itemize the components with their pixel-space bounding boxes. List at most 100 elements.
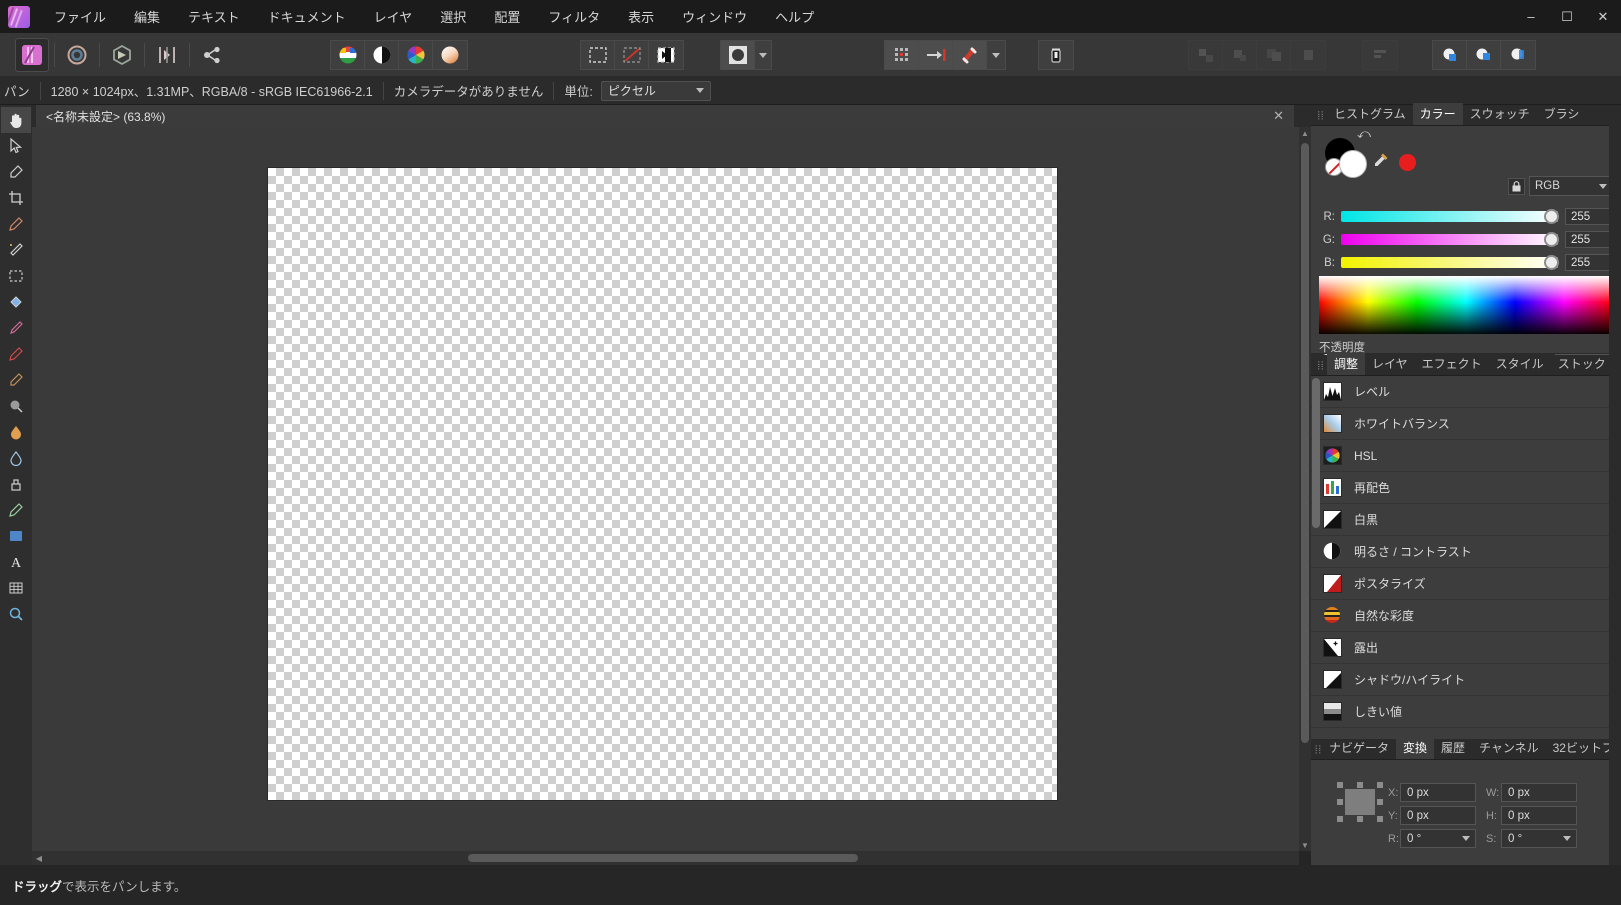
menu-item-file[interactable]: ファイル [40,1,120,32]
tab-navigator[interactable]: ナビゲータ [1322,737,1396,759]
marquee-invert-icon[interactable] [649,41,683,69]
lock-icon[interactable] [1508,178,1525,195]
w-field[interactable]: 0 px [1501,783,1577,802]
color-picker-tool[interactable] [1,159,31,185]
menu-item-arrange[interactable]: 配置 [480,1,534,32]
transform-anchor-icon[interactable] [1337,782,1383,822]
flood-fill-tool[interactable] [1,289,31,315]
photo-persona-icon[interactable] [15,38,49,72]
list-item[interactable]: ホワイトバランス [1311,408,1621,440]
list-item[interactable]: レベル [1311,376,1621,408]
list-item[interactable]: 白黒 [1311,504,1621,536]
red-channel-knob[interactable] [1544,209,1559,224]
adjustment-scroll-thumb[interactable] [1312,378,1320,528]
boolean-subtract-icon[interactable] [1467,41,1501,69]
tab-swatches[interactable]: スウォッチ [1463,103,1537,125]
list-item[interactable]: 明るさ / コントラスト [1311,536,1621,568]
arrange-forward-icon[interactable] [1223,41,1257,69]
healing-brush-tool[interactable] [1,497,31,523]
canvas-viewport[interactable] [32,127,1299,851]
blue-channel-value[interactable]: 255 [1565,254,1613,271]
blur-brush-tool[interactable] [1,445,31,471]
close-icon[interactable]: ✕ [1269,108,1288,124]
tab-stock[interactable]: ストック [1551,353,1613,375]
panel-grip-icon[interactable]: ⦙⦙ [1315,107,1327,125]
menu-item-select[interactable]: 選択 [426,1,480,32]
primary-color-swatch[interactable] [1339,150,1367,178]
red-channel-slider[interactable] [1341,209,1559,224]
units-select[interactable]: ピクセル [600,80,711,101]
adjustment-list[interactable]: レベル ホワイトバランス HSL 再配色 白黒 明るさ / コントラスト ポスタ… [1311,376,1621,739]
align-left-icon[interactable] [1363,41,1397,69]
tab-effects[interactable]: エフェクト [1415,353,1489,375]
liquify-persona-icon[interactable] [61,39,93,71]
flood-select-tool[interactable] [1,237,31,263]
menu-item-text[interactable]: テキスト [174,1,254,32]
maximize-button[interactable]: ☐ [1549,0,1585,33]
snap-arrow-icon[interactable] [919,41,953,69]
clone-brush-tool[interactable] [1,471,31,497]
blue-channel-knob[interactable] [1544,255,1559,270]
panel-grip-icon[interactable]: ⦙⦙ [1315,357,1327,375]
mesh-warp-tool[interactable] [1,575,31,601]
selection-brush-tool[interactable] [1,211,31,237]
list-item[interactable]: 自然な彩度 [1311,600,1621,632]
document-tab[interactable]: <名称未設定> (63.8%) ✕ [36,105,1294,127]
paint-brush-tool[interactable] [1,315,31,341]
close-button[interactable]: ✕ [1585,0,1621,33]
scroll-left-arrow-icon[interactable]: ◀ [32,854,46,863]
tone-mapping-persona-icon[interactable] [151,39,183,71]
pan-tool[interactable] [1,107,31,133]
green-channel-value[interactable]: 255 [1565,231,1613,248]
tab-color[interactable]: カラー [1412,103,1463,125]
marquee-slash-icon[interactable] [615,41,649,69]
y-field[interactable]: 0 px [1400,806,1476,825]
scroll-up-arrow-icon[interactable]: ▲ [1299,127,1311,139]
erase-brush-tool[interactable] [1,367,31,393]
minimize-button[interactable]: – [1513,0,1549,33]
vertical-scroll-thumb[interactable] [1301,143,1309,743]
red-color-swatch[interactable] [1399,154,1416,171]
rectangle-tool[interactable] [1,523,31,549]
snapping-dropdown-button[interactable] [987,41,1005,69]
boolean-intersect-icon[interactable] [1501,41,1535,69]
color-spectrum[interactable] [1319,276,1613,334]
eyedropper-icon[interactable] [1373,152,1389,172]
develop-persona-icon[interactable] [106,39,138,71]
menu-item-layer[interactable]: レイヤ [360,1,427,32]
panel-grip-icon[interactable]: ⦙⦙ [1315,741,1322,759]
boolean-add-icon[interactable] [1433,41,1467,69]
grid-icon[interactable] [885,41,919,69]
list-item[interactable]: HSL [1311,440,1621,472]
tab-channels[interactable]: チャンネル [1472,737,1546,759]
tab-history[interactable]: 履歴 [1434,737,1472,759]
marquee-tool[interactable] [1,263,31,289]
x-field[interactable]: 0 px [1400,783,1476,802]
trash-icon[interactable] [1039,41,1073,69]
tab-adjustments[interactable]: 調整 [1327,353,1366,375]
rotation-field[interactable]: 0 ° [1400,829,1476,848]
list-item[interactable]: 再配色 [1311,472,1621,504]
zoom-tool[interactable] [1,601,31,627]
tab-transform[interactable]: 変換 [1395,737,1434,759]
mask-dropdown-button[interactable] [755,41,771,69]
pixel-tool[interactable] [1,341,31,367]
list-item[interactable]: しきい値 [1311,696,1621,728]
tab-histogram[interactable]: ヒストグラム [1327,103,1413,125]
shear-field[interactable]: 0 ° [1501,829,1577,848]
tab-brushes[interactable]: ブラシ [1537,103,1587,125]
tab-layers[interactable]: レイヤ [1365,353,1415,375]
list-item[interactable]: シャドウ/ハイライト [1311,664,1621,696]
menu-item-window[interactable]: ウィンドウ [668,1,761,32]
tab-styles[interactable]: スタイル [1489,353,1551,375]
move-tool[interactable] [1,133,31,159]
dodge-brush-tool[interactable] [1,393,31,419]
smudge-brush-tool[interactable] [1,419,31,445]
menu-item-edit[interactable]: 編集 [120,1,174,32]
arrange-backward-icon[interactable] [1257,41,1291,69]
adjustment-icon[interactable] [331,41,365,69]
menu-item-view[interactable]: 表示 [614,1,668,32]
blue-channel-slider[interactable] [1341,255,1559,270]
color-mode-select[interactable]: RGB [1529,176,1613,196]
scroll-down-arrow-icon[interactable]: ▼ [1299,839,1311,851]
